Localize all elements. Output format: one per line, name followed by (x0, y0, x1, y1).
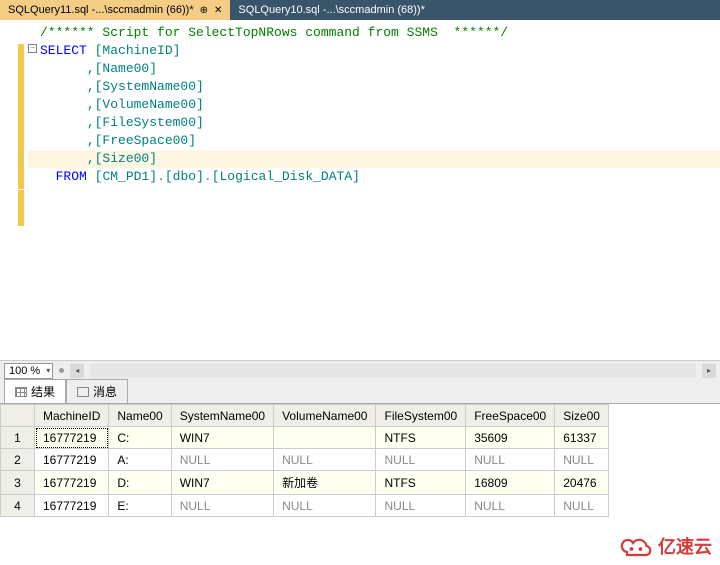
col-header[interactable]: VolumeName00 (274, 405, 376, 427)
cloud-logo-icon (618, 535, 654, 557)
cell[interactable]: NULL (466, 449, 555, 471)
tab-sqlquery10[interactable]: SQLQuery10.sql -...\sccmadmin (68))* (230, 0, 432, 20)
dot: . (157, 169, 165, 184)
grid-body: 116777219C:WIN7NTFS3560961337216777219A:… (1, 427, 609, 517)
close-icon[interactable]: ✕ (214, 5, 222, 16)
col-header[interactable]: Name00 (109, 405, 171, 427)
code-comment: /****** Script for SelectTopNRows comman… (40, 25, 508, 40)
scroll-left-icon[interactable]: ◂ (70, 364, 84, 378)
header-row: MachineID Name00 SystemName00 VolumeName… (1, 405, 609, 427)
cell[interactable]: NULL (376, 449, 466, 471)
results-tab-bar: 结果 消息 (0, 380, 720, 404)
db-name: [CM_PD1] (95, 169, 157, 184)
col-machineid: [MachineID] (95, 43, 181, 58)
editor-gutter: − (0, 20, 28, 360)
cell[interactable]: NULL (555, 495, 609, 517)
tab-results[interactable]: 结果 (4, 379, 66, 403)
col-header[interactable]: FreeSpace00 (466, 405, 555, 427)
zoom-dropdown[interactable]: 100 % (4, 363, 53, 379)
cell[interactable]: NTFS (376, 471, 466, 495)
col-systemname00: ,[SystemName00] (87, 79, 204, 94)
cell[interactable]: 16777219 (35, 427, 109, 449)
grid-icon (15, 387, 27, 397)
change-marker (18, 190, 24, 226)
cell[interactable]: C: (109, 427, 171, 449)
col-header[interactable]: FileSystem00 (376, 405, 466, 427)
kw-from: FROM (56, 169, 87, 184)
cell[interactable]: NULL (274, 495, 376, 517)
cell[interactable]: 新加卷 (274, 471, 376, 495)
cell[interactable]: A: (109, 449, 171, 471)
tab-label: SQLQuery11.sql -...\sccmadmin (66))* (8, 4, 194, 16)
row-header[interactable]: 2 (1, 449, 35, 471)
schema-name: [dbo] (165, 169, 204, 184)
dot: . (204, 169, 212, 184)
cell[interactable]: 16777219 (35, 495, 109, 517)
col-header[interactable]: Size00 (555, 405, 609, 427)
col-freespace00: ,[FreeSpace00] (87, 133, 196, 148)
scroll-right-icon[interactable]: ▸ (702, 364, 716, 378)
tab-results-label: 结果 (31, 383, 55, 400)
col-header[interactable]: SystemName00 (171, 405, 273, 427)
table-row[interactable]: 316777219D:WIN7新加卷NTFS1680920476 (1, 471, 609, 495)
tab-label: SQLQuery10.sql -...\sccmadmin (68))* (238, 4, 424, 16)
sql-editor[interactable]: − /****** Script for SelectTopNRows comm… (0, 20, 720, 360)
cell[interactable]: D: (109, 471, 171, 495)
editor-status-bar: 100 % ◂ ▸ (0, 360, 720, 380)
change-marker (18, 44, 24, 189)
cell[interactable]: 16777219 (35, 449, 109, 471)
cell[interactable]: 16809 (466, 471, 555, 495)
col-volumename00: ,[VolumeName00] (87, 97, 204, 112)
status-dot-icon (59, 368, 64, 373)
cell[interactable]: 20476 (555, 471, 609, 495)
row-header[interactable]: 1 (1, 427, 35, 449)
results-grid[interactable]: MachineID Name00 SystemName00 VolumeName… (0, 404, 609, 517)
cell[interactable]: NTFS (376, 427, 466, 449)
cell[interactable]: WIN7 (171, 427, 273, 449)
cell[interactable]: NULL (171, 495, 273, 517)
watermark-text: 亿速云 (658, 533, 712, 559)
table-row[interactable]: 116777219C:WIN7 NTFS3560961337 (1, 427, 609, 449)
tab-sqlquery11[interactable]: SQLQuery11.sql -...\sccmadmin (66))* ⊕ ✕ (0, 0, 230, 20)
table-row[interactable]: 416777219E:NULLNULLNULLNULLNULL (1, 495, 609, 517)
table-name: [Logical_Disk_DATA] (212, 169, 360, 184)
cell[interactable] (274, 427, 376, 449)
cell[interactable]: NULL (466, 495, 555, 517)
col-size00: ,[Size00] (87, 151, 157, 166)
horizontal-scrollbar[interactable] (90, 364, 696, 378)
cell[interactable]: WIN7 (171, 471, 273, 495)
row-header[interactable]: 4 (1, 495, 35, 517)
corner-cell[interactable] (1, 405, 35, 427)
document-tab-bar: SQLQuery11.sql -...\sccmadmin (66))* ⊕ ✕… (0, 0, 720, 20)
fold-toggle-icon[interactable]: − (28, 44, 37, 53)
cell[interactable]: NULL (555, 449, 609, 471)
col-header[interactable]: MachineID (35, 405, 109, 427)
pin-icon[interactable]: ⊕ (200, 5, 208, 16)
tab-messages[interactable]: 消息 (66, 379, 128, 403)
kw-select: SELECT (40, 43, 87, 58)
cell[interactable]: E: (109, 495, 171, 517)
messages-icon (77, 387, 89, 397)
tab-messages-label: 消息 (93, 383, 117, 400)
table-row[interactable]: 216777219A:NULLNULLNULLNULLNULL (1, 449, 609, 471)
cell[interactable]: NULL (274, 449, 376, 471)
zoom-value: 100 % (9, 365, 40, 377)
cell[interactable]: 35609 (466, 427, 555, 449)
cell[interactable]: 16777219 (35, 471, 109, 495)
row-header[interactable]: 3 (1, 471, 35, 495)
cell[interactable]: NULL (376, 495, 466, 517)
col-name00: ,[Name00] (87, 61, 157, 76)
cell[interactable]: NULL (171, 449, 273, 471)
col-filesystem00: ,[FileSystem00] (87, 115, 204, 130)
watermark: 亿速云 (618, 533, 712, 559)
cell[interactable]: 61337 (555, 427, 609, 449)
